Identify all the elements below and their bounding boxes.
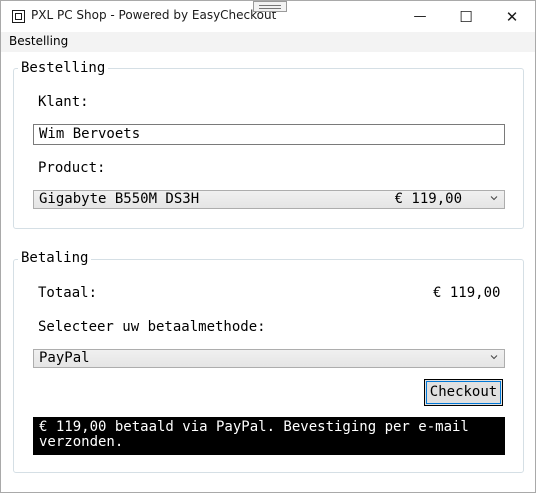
app-window: PXL PC Shop - Powered by EasyCheckout — …: [0, 0, 536, 493]
window-title: PXL PC Shop - Powered by EasyCheckout: [31, 8, 277, 22]
menu-bar: Bestelling: [1, 32, 535, 52]
payment-status-message: € 119,00 betaald via PayPal. Bevestiging…: [33, 417, 505, 455]
customer-input-value: Wim Bervoets: [39, 126, 141, 142]
minimize-button[interactable]: —: [397, 1, 443, 32]
chevron-down-icon: [490, 355, 498, 360]
customer-input[interactable]: Wim Bervoets: [33, 124, 505, 145]
maximize-button[interactable]: ☐: [443, 1, 489, 32]
chevron-down-icon: [490, 196, 498, 201]
product-label: Product:: [38, 160, 106, 176]
close-button[interactable]: ✕: [489, 1, 535, 32]
order-group-title: Bestelling: [18, 60, 109, 76]
close-icon: ✕: [505, 7, 519, 26]
checkout-button[interactable]: Checkout: [424, 379, 503, 406]
grip-icon[interactable]: [253, 1, 287, 12]
app-icon: [12, 10, 25, 23]
minimize-icon: —: [413, 9, 427, 24]
total-label: Totaal:: [38, 285, 98, 301]
maximize-icon: ☐: [459, 7, 473, 26]
product-dropdown[interactable]: Gigabyte B550M DS3H € 119,00: [33, 190, 505, 209]
payment-group-title: Betaling: [18, 250, 92, 266]
menu-item-bestelling[interactable]: Bestelling: [9, 34, 68, 48]
payment-method-selected: PayPal: [39, 350, 90, 366]
payment-method-dropdown[interactable]: PayPal: [33, 349, 505, 368]
product-price: € 119,00: [394, 191, 462, 207]
customer-label: Klant:: [38, 94, 89, 110]
title-bar[interactable]: PXL PC Shop - Powered by EasyCheckout — …: [1, 1, 535, 32]
total-value: € 119,00: [433, 285, 501, 301]
payment-method-label: Selecteer uw betaalmethode:: [38, 319, 266, 335]
product-selected: Gigabyte B550M DS3H: [39, 191, 200, 207]
